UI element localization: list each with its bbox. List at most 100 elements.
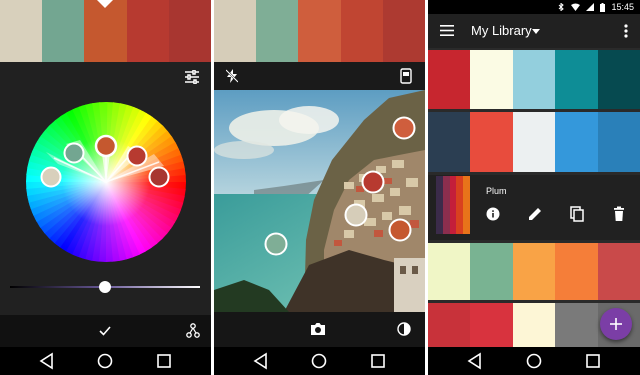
camera-toolbar <box>214 62 425 90</box>
color-wheel-screen <box>0 0 211 375</box>
swatch-1[interactable] <box>214 0 257 62</box>
theme-1-swatch-2 <box>470 50 513 109</box>
status-time: 15:45 <box>611 2 634 12</box>
home-icon[interactable] <box>309 351 329 371</box>
flash-off-icon[interactable] <box>226 69 238 83</box>
plus-icon <box>610 318 622 330</box>
back-icon[interactable] <box>251 351 271 371</box>
theme-1-swatch-5 <box>597 50 640 109</box>
check-icon[interactable] <box>99 326 111 336</box>
theme-1-swatch-1 <box>428 50 471 109</box>
captured-swatch-row <box>214 0 425 62</box>
camera-capture-screen <box>214 0 425 375</box>
swatch-1[interactable] <box>0 0 43 62</box>
theme-name: Plum <box>486 186 507 196</box>
theme-4-swatch-2 <box>470 243 513 300</box>
screenshot-collage: 15:45 My Library Plum <box>0 0 640 375</box>
sliders-icon[interactable] <box>184 70 200 84</box>
wifi-icon <box>571 3 581 11</box>
swatch-4[interactable] <box>340 0 383 62</box>
system-nav-bar <box>428 347 640 375</box>
back-icon[interactable] <box>37 351 57 371</box>
swatch-2[interactable] <box>256 0 299 62</box>
theme-2-swatch-1 <box>428 112 471 172</box>
theme-row-2[interactable] <box>428 112 640 172</box>
home-icon[interactable] <box>524 351 544 371</box>
switch-camera-icon[interactable] <box>400 68 412 84</box>
bluetooth-icon <box>559 3 565 11</box>
theme-card-plum[interactable]: Plum <box>428 175 640 240</box>
back-icon[interactable] <box>465 351 485 371</box>
library-title[interactable]: My Library <box>471 23 532 38</box>
theme-row-1[interactable] <box>428 50 640 109</box>
theme-list: Plum <box>428 48 640 347</box>
info-icon[interactable] <box>484 205 502 223</box>
swatch-3[interactable] <box>298 0 341 62</box>
handle-red[interactable] <box>126 145 148 167</box>
color-harmony-icon[interactable] <box>186 323 200 339</box>
recents-icon[interactable] <box>583 351 603 371</box>
color-wheel[interactable] <box>24 100 188 264</box>
app-bar: My Library <box>428 14 640 48</box>
system-nav-bar <box>214 347 425 375</box>
picker-orange[interactable] <box>388 218 412 242</box>
battery-icon <box>600 2 606 12</box>
theme-5-swatch-4 <box>555 303 598 347</box>
color-sample-pickers <box>264 116 416 256</box>
plum-swatch-3 <box>449 176 457 234</box>
system-nav-bar <box>0 347 211 375</box>
home-icon[interactable] <box>95 351 115 371</box>
theme-4-swatch-1 <box>428 243 471 300</box>
swatch-3-selected[interactable] <box>84 0 127 62</box>
theme-1-swatch-4 <box>555 50 598 109</box>
picker-beige[interactable] <box>344 203 368 227</box>
handle-green[interactable] <box>63 142 85 164</box>
menu-icon[interactable] <box>440 25 454 36</box>
camera-viewfinder[interactable] <box>214 90 425 312</box>
theme-2-swatch-3 <box>512 112 556 172</box>
plum-swatch-strip <box>436 176 470 234</box>
theme-5-swatch-3 <box>512 303 556 347</box>
theme-5-swatch-2 <box>470 303 513 347</box>
handle-dark-red[interactable] <box>148 166 170 188</box>
delete-icon[interactable] <box>610 205 628 223</box>
theme-swatch-row <box>0 0 211 62</box>
overflow-menu-icon[interactable] <box>624 24 628 38</box>
picker-dark-red[interactable] <box>361 170 385 194</box>
signal-icon <box>586 3 595 11</box>
slider-thumb[interactable] <box>99 281 111 293</box>
theme-2-swatch-2 <box>470 112 513 172</box>
swatch-5[interactable] <box>382 0 425 62</box>
contrast-icon[interactable] <box>397 322 411 336</box>
plum-swatch-2 <box>442 176 450 234</box>
theme-4-swatch-5 <box>597 243 640 300</box>
theme-4-swatch-3 <box>512 243 556 300</box>
picker-green[interactable] <box>264 232 288 256</box>
theme-5-swatch-1 <box>428 303 471 347</box>
camera-icon[interactable] <box>310 322 326 336</box>
theme-row-4[interactable] <box>428 243 640 300</box>
selected-swatch-marker-icon <box>97 0 113 8</box>
theme-2-swatch-5 <box>597 112 640 172</box>
theme-2-swatch-4 <box>555 112 598 172</box>
edit-pencil-icon[interactable] <box>526 205 544 223</box>
theme-4-swatch-4 <box>555 243 598 300</box>
picker-red[interactable] <box>392 116 416 140</box>
status-bar: 15:45 <box>428 0 640 14</box>
add-theme-fab[interactable] <box>600 308 632 340</box>
handle-beige[interactable] <box>40 166 62 188</box>
plum-swatch-5 <box>463 176 470 234</box>
swatch-4[interactable] <box>126 0 169 62</box>
handle-orange-selected[interactable] <box>94 134 118 158</box>
recents-icon[interactable] <box>154 351 174 371</box>
swatch-2[interactable] <box>42 0 85 62</box>
dropdown-arrow-icon[interactable] <box>532 29 540 34</box>
plum-swatch-1 <box>436 176 443 234</box>
brightness-slider[interactable] <box>10 279 200 295</box>
swatch-5[interactable] <box>168 0 211 62</box>
recents-icon[interactable] <box>368 351 388 371</box>
camera-controls <box>214 312 425 347</box>
copy-icon[interactable] <box>568 205 586 223</box>
color-wheel-panel <box>0 62 211 315</box>
library-screen: 15:45 My Library Plum <box>428 0 640 375</box>
